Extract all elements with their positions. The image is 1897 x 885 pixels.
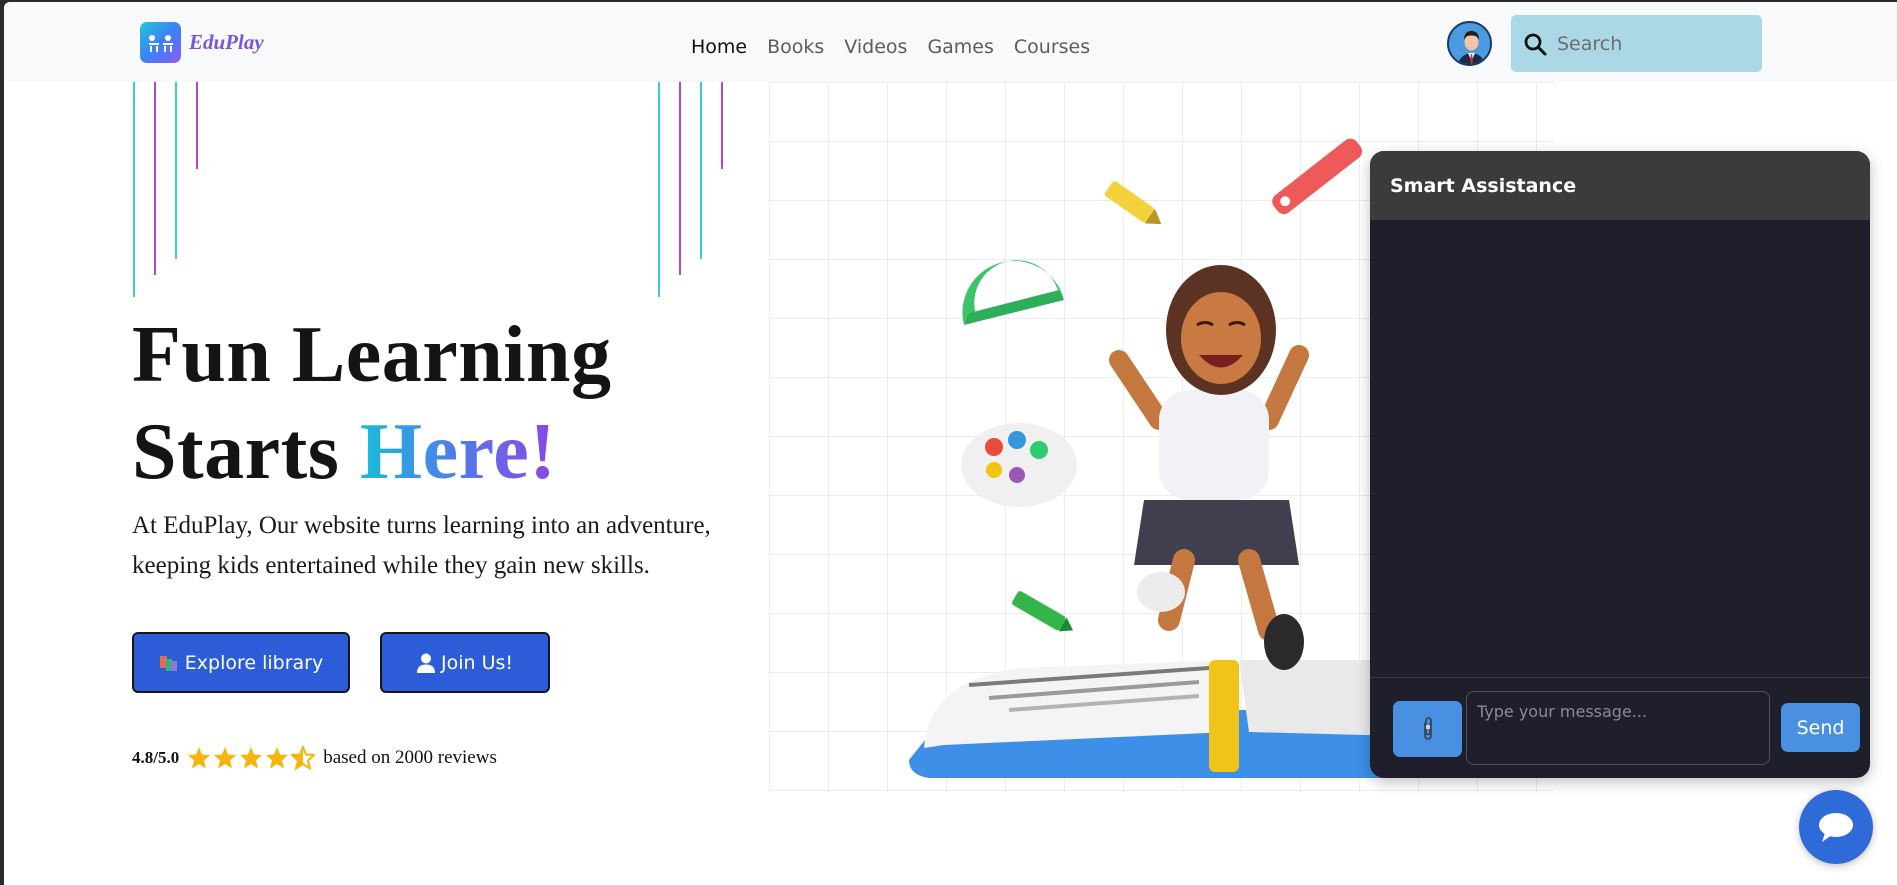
- rating-score: 4.8/5.0: [132, 748, 180, 767]
- chat-messages[interactable]: [1370, 220, 1870, 678]
- paperclip-icon: [1423, 717, 1432, 740]
- page-viewport: EduPlay Home Books Videos Games Courses: [4, 2, 1897, 885]
- search-icon: [1524, 33, 1547, 55]
- hero-title-highlight: Here!: [359, 408, 557, 496]
- search-box[interactable]: [1511, 15, 1762, 72]
- star-half-icon: [291, 746, 316, 770]
- explore-library-label: Explore library: [184, 651, 324, 674]
- eduplay-logo-icon: [140, 22, 181, 63]
- star-icon: [240, 747, 263, 769]
- chat-toggle-button[interactable]: [1799, 790, 1873, 864]
- navbar: EduPlay Home Books Videos Games Courses: [4, 2, 1897, 82]
- attach-button[interactable]: [1393, 701, 1462, 757]
- chat-message-input[interactable]: [1466, 691, 1770, 765]
- brand[interactable]: EduPlay: [140, 22, 264, 63]
- chat-title: Smart Assistance: [1390, 174, 1577, 197]
- brand-name: EduPlay: [189, 30, 264, 54]
- star-icon: [266, 747, 289, 769]
- hero-title: Fun Learning Starts Here!: [132, 307, 611, 501]
- join-us-label: Join Us!: [440, 651, 513, 674]
- chat-header: Smart Assistance: [1370, 151, 1870, 220]
- nav-item-games[interactable]: Games: [917, 36, 1003, 58]
- hero-title-line1: Fun Learning: [132, 311, 612, 399]
- nav-item-books[interactable]: Books: [757, 36, 834, 58]
- books-icon: [159, 655, 177, 671]
- user-avatar-icon: [1449, 23, 1490, 64]
- rating-text: based on 2000 reviews: [323, 747, 497, 768]
- nav-item-courses[interactable]: Courses: [1004, 36, 1100, 58]
- rating: 4.8/5.0 based on 2000 reviews: [132, 746, 497, 770]
- nav-item-home[interactable]: Home: [681, 36, 757, 58]
- star-icon: [214, 747, 237, 769]
- rating-stars: [187, 746, 316, 770]
- chat-bubble-icon: [1819, 813, 1853, 842]
- search-input[interactable]: [1557, 32, 1747, 55]
- nav-item-videos[interactable]: Videos: [834, 36, 917, 58]
- star-icon: [188, 747, 211, 769]
- hero-subtitle: At EduPlay, Our website turns learning i…: [132, 512, 711, 579]
- join-us-button[interactable]: Join Us!: [380, 632, 550, 693]
- send-button[interactable]: Send: [1781, 703, 1860, 752]
- nav-links: Home Books Videos Games Courses: [681, 36, 1100, 58]
- explore-library-button[interactable]: Explore library: [132, 632, 350, 693]
- chat-panel: Smart Assistance Send: [1370, 151, 1870, 778]
- avatar[interactable]: [1447, 21, 1492, 66]
- chat-input-row: Send: [1370, 679, 1870, 778]
- user-icon: [416, 653, 435, 673]
- hero-title-line2: Starts: [132, 408, 360, 496]
